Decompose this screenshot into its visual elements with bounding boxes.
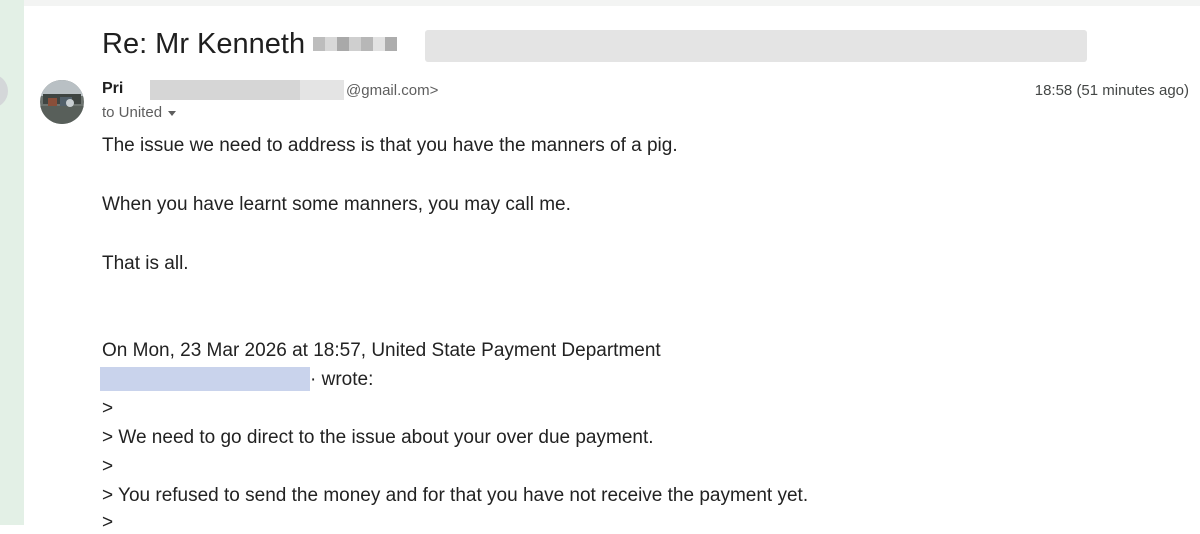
body-line: The issue we need to address is that you…: [102, 135, 678, 156]
quote-header-wrote: · wrote:: [310, 369, 374, 390]
quote-header: On Mon, 23 Mar 2026 at 18:57, United Sta…: [102, 340, 661, 361]
quoted-line: >: [102, 512, 114, 533]
email-subject: Re: Mr Kenneth: [102, 27, 306, 60]
message-timestamp: 18:58 (51 minutes ago): [1034, 82, 1189, 99]
body-line: When you have learnt some manners, you m…: [102, 194, 571, 215]
chevron-down-icon[interactable]: [168, 111, 177, 116]
side-panel-toggle[interactable]: [0, 74, 8, 108]
quoted-line: >: [102, 456, 114, 477]
sender-name: Pri: [102, 80, 124, 97]
left-side-rail: [0, 0, 24, 525]
quote-email-redaction: [100, 367, 310, 391]
quoted-line: > We need to go direct to the issue abou…: [102, 427, 654, 448]
quoted-line: > You refused to send the money and for …: [102, 485, 809, 506]
email-subject-row: Re: Mr Kenneth: [102, 24, 407, 64]
body-line: That is all.: [102, 253, 189, 274]
sender-redaction-inner: [150, 80, 300, 100]
sender-avatar-photo: [40, 80, 84, 124]
top-divider: [24, 0, 1200, 6]
recipient-dropdown[interactable]: to United: [102, 104, 177, 121]
sender-avatar[interactable]: [40, 80, 84, 124]
recipient-label: to United: [102, 104, 163, 121]
quoted-line: >: [102, 398, 114, 419]
subject-redaction-block: [425, 30, 1087, 62]
sender-email: @gmail.com>: [346, 82, 439, 99]
sender-row[interactable]: Pri: [102, 80, 123, 102]
subject-redaction-mosaic: [313, 37, 398, 51]
